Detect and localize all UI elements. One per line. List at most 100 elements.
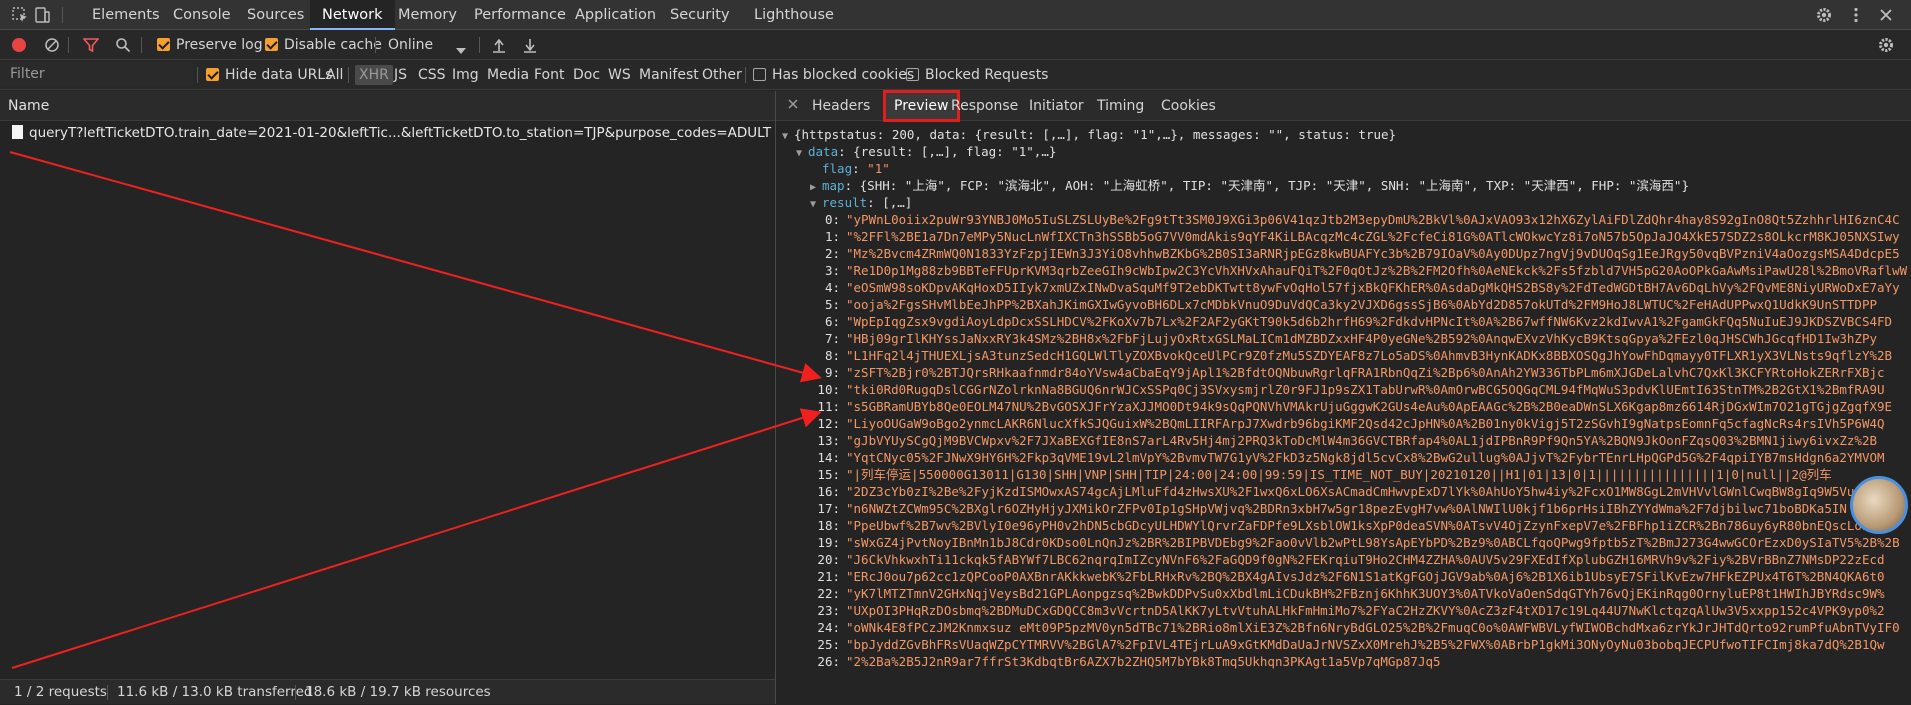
json-node-data[interactable]: ▼ data: {result: [,…], flag: "1",…} [796, 143, 1056, 160]
result-item[interactable]: 19: "sWxGZ4jPvtNoyIBnMn1bJ8Cdr0KDso0LnQnJ… [810, 534, 1900, 551]
clear-icon[interactable] [44, 37, 60, 57]
filter-type-font[interactable]: Font [534, 60, 564, 90]
has-blocked-cookies-checkbox[interactable]: Has blocked cookies [753, 60, 914, 90]
result-value: "yPWnL0oiix2puWr93YNBJ0Mo5IuSLZSLUyBe%2F… [846, 212, 1900, 227]
result-value: "sWxGZ4jPvtNoyIBnMn1bJ8Cdr0KDso0LnQnJz%2… [846, 535, 1900, 550]
result-item[interactable]: 12: "LiyoOUGaW9oBgo2ynmcLAKR6NlucXfkSJQGu… [810, 415, 1884, 432]
result-item[interactable]: 6: "WpEpIqgZsx9vgdiAoyLdpDcxSSLHDCV%2FKoX… [810, 313, 1892, 330]
result-item[interactable]: 26: "2%2Ba%2B5J2nR9ar7ffrSt3KdbqtBr6AZX7b… [810, 653, 1440, 670]
filter-type-css[interactable]: CSS [418, 60, 446, 90]
device-toolbar-icon[interactable] [33, 6, 51, 24]
filter-type-other[interactable]: Other [702, 60, 742, 90]
tab-security[interactable]: Security [670, 0, 730, 30]
disable-cache-checkbox[interactable]: Disable cache [265, 30, 382, 60]
result-item[interactable]: 23: "UXpOI3PHqRzDOsbmq%2BDMuDCxGDQCC8m3vV… [810, 602, 1884, 619]
tab-console[interactable]: Console [173, 0, 231, 30]
tab-sources[interactable]: Sources [247, 0, 304, 30]
result-item[interactable]: 8: "L1HFq2l4jTHUEXLjsA3tunzSedcH1GQLWlTly… [810, 347, 1892, 364]
network-settings-gear-icon[interactable] [1877, 36, 1895, 58]
tab-initiator[interactable]: Initiator [1029, 91, 1084, 121]
result-index: 8: [824, 348, 840, 363]
json-node-map[interactable]: ▶ map: {SHH: "上海", FCP: "滨海北", AOH: "上海虹桥… [810, 177, 1689, 194]
filter-type-all[interactable]: All [326, 60, 343, 90]
status-divider [107, 685, 108, 700]
tab-preview[interactable]: Preview [883, 90, 960, 122]
result-index: 14: [817, 450, 840, 465]
filter-input[interactable] [0, 62, 193, 86]
gear-icon[interactable] [1815, 6, 1833, 24]
result-item[interactable]: 10: "tki0Rd0RugqDslCGGrNZolrknNa8BGUQ6nrW… [810, 381, 1884, 398]
result-index: 12: [817, 416, 840, 431]
result-item[interactable]: 18: "PpeUbwf%2B7wv%2BVlyI0e96yPH0v2hDN5cb… [810, 517, 1877, 534]
toolbar-divider [62, 7, 63, 23]
tab-response[interactable]: Response [951, 91, 1018, 121]
result-item[interactable]: 4: "eOSmW98soKDpvAKqHoxD5IIyk7xmUZxINwDva… [810, 279, 1900, 296]
tab-memory[interactable]: Memory [398, 0, 457, 30]
result-item[interactable]: 1: "%2FFl%2BE1a7Dn7eMPy5NucLnWfIXCTn3hSSB… [810, 228, 1900, 245]
blocked-requests-checkbox[interactable]: Blocked Requests [906, 60, 1048, 90]
request-name: queryT?leftTicketDTO.train_date=2021-01-… [29, 125, 772, 141]
record-icon[interactable] [12, 38, 26, 52]
result-item[interactable]: 3: "Re1D0p1Mg88zb9BBTeFFUprKVM3qrbZeeGIh9… [810, 262, 1907, 279]
result-index: 22: [817, 586, 840, 601]
result-item[interactable]: 2: "Mz%2Bvcm4ZRmWQ0N1833YzFzpjIEWn3J3YiO8… [810, 245, 1900, 262]
result-index: 11: [817, 399, 840, 414]
expanded-triangle-icon: ▼ [782, 131, 789, 142]
result-item[interactable]: 17: "n6NWZtZCWm95C%2BXglr6OZHyHjyJXMikOrZ… [810, 500, 1847, 517]
result-index: 4: [824, 280, 840, 295]
tab-lighthouse[interactable]: Lighthouse [754, 0, 834, 30]
result-item[interactable]: 24: "oWNk4E8fPCzJM2Knmxsuz eMt09P5pzMV0yn… [810, 619, 1899, 636]
result-index: 5: [824, 297, 840, 312]
result-value: "bpJyddZGvBhFRsVUaqWZpCYTMRVV%2BGlA7%2Fp… [846, 637, 1885, 652]
name-column-header[interactable]: Name [0, 91, 775, 121]
result-item[interactable]: 13: "gJbVYUySCgQjM9BVCWpxv%2F7JXaBEXGfIE8… [810, 432, 1877, 449]
result-item[interactable]: 0: "yPWnL0oiix2puWr93YNBJ0Mo5IuSLZSLUyBe%… [810, 211, 1900, 228]
result-item[interactable]: 5: "ooja%2FgsSHvMlbEeJhPP%2BXahJKimGXIwGy… [810, 296, 1877, 313]
result-value: "J6CkVhkwxhTi11ckqk5fABYWf7LBC62nqrqImIZ… [846, 552, 1885, 567]
result-index: 10: [817, 382, 840, 397]
result-item[interactable]: 21: "ERcJ0ou7p62cc1zQPCooP0AXBnrAKkkwebK%… [810, 568, 1885, 585]
tab-performance[interactable]: Performance [474, 0, 566, 30]
filter-type-manifest[interactable]: Manifest [639, 60, 699, 90]
result-item[interactable]: 11: "s5GBRamUBYb8Qe0EOLM47NU%2BvGOSXJFrYz… [810, 398, 1892, 415]
cursor-select-icon[interactable] [11, 6, 29, 24]
result-item[interactable]: 14: "YqtCNyc05%2FJNwX9HY6H%2Fkp3qVME19vL2… [810, 449, 1884, 466]
result-item[interactable]: 20: "J6CkVhkwxhTi11ckqk5fABYWf7LBC62nqrqI… [810, 551, 1885, 568]
tab-timing[interactable]: Timing [1097, 91, 1144, 121]
filter-type-media[interactable]: Media [487, 60, 529, 90]
preserve-log-checkbox[interactable]: Preserve log [157, 30, 263, 60]
json-root[interactable]: ▼ {httpstatus: 200, data: {result: [,…], … [782, 126, 1396, 143]
filter-type-js[interactable]: JS [394, 60, 407, 90]
filter-type-ws[interactable]: WS [608, 60, 631, 90]
tab-elements[interactable]: Elements [92, 0, 160, 30]
import-har-icon[interactable] [492, 37, 506, 57]
filter-icon[interactable] [82, 37, 100, 57]
search-icon[interactable] [115, 37, 131, 57]
table-row[interactable]: queryT?leftTicketDTO.train_date=2021-01-… [0, 122, 775, 144]
tab-application[interactable]: Application [575, 0, 656, 30]
result-item[interactable]: 7: "HBj09grIlKHYssJaNxxRY3k4SMz%2BH8x%2Fb… [810, 330, 1877, 347]
close-icon[interactable] [1877, 6, 1895, 24]
json-node-result[interactable]: ▼ result: [,…] [810, 194, 912, 211]
result-value: "ERcJ0ou7p62cc1zQPCooP0AXBnrAKkkwebK%2Fb… [846, 569, 1885, 584]
result-item[interactable]: 9: "zSFT%2Bjr0%2BTJQrsRHkaafnmdr84oYVsw4a… [810, 364, 1885, 381]
throttling-select[interactable]: Online [388, 30, 433, 60]
filter-type-xhr[interactable]: XHR [355, 65, 393, 85]
result-item[interactable]: 15: "|列车停运|550000G13011|G130|SHH|VNP|SHH|… [810, 466, 1831, 483]
filter-type-doc[interactable]: Doc [573, 60, 600, 90]
tab-headers[interactable]: Headers [812, 91, 870, 121]
tab-network[interactable]: Network [310, 0, 395, 30]
result-index: 13: [817, 433, 840, 448]
filter-bar: Hide data URLs All XHR JS CSS Img Media … [0, 60, 1911, 90]
network-toolbar: Preserve log Disable cache Online [0, 30, 1911, 60]
result-item[interactable]: 25: "bpJyddZGvBhFRsVUaqWZpCYTMRVV%2BGlA7%… [810, 636, 1885, 653]
chevron-down-icon[interactable] [456, 42, 466, 58]
result-item[interactable]: 16: "2DZ3cYb0zI%2Be%2FyjKzdISMOwxAS74gcAj… [810, 483, 1862, 500]
close-details-icon[interactable] [786, 97, 800, 115]
hide-data-urls-checkbox[interactable]: Hide data URLs [206, 60, 332, 90]
export-har-icon[interactable] [523, 37, 537, 57]
kebab-menu-icon[interactable] [1847, 6, 1865, 24]
filter-type-img[interactable]: Img [452, 60, 479, 90]
tab-cookies[interactable]: Cookies [1161, 91, 1216, 121]
result-item[interactable]: 22: "yK7lMTZTmnV2GHxNqjVeysBd21GPLAonpgzs… [810, 585, 1884, 602]
